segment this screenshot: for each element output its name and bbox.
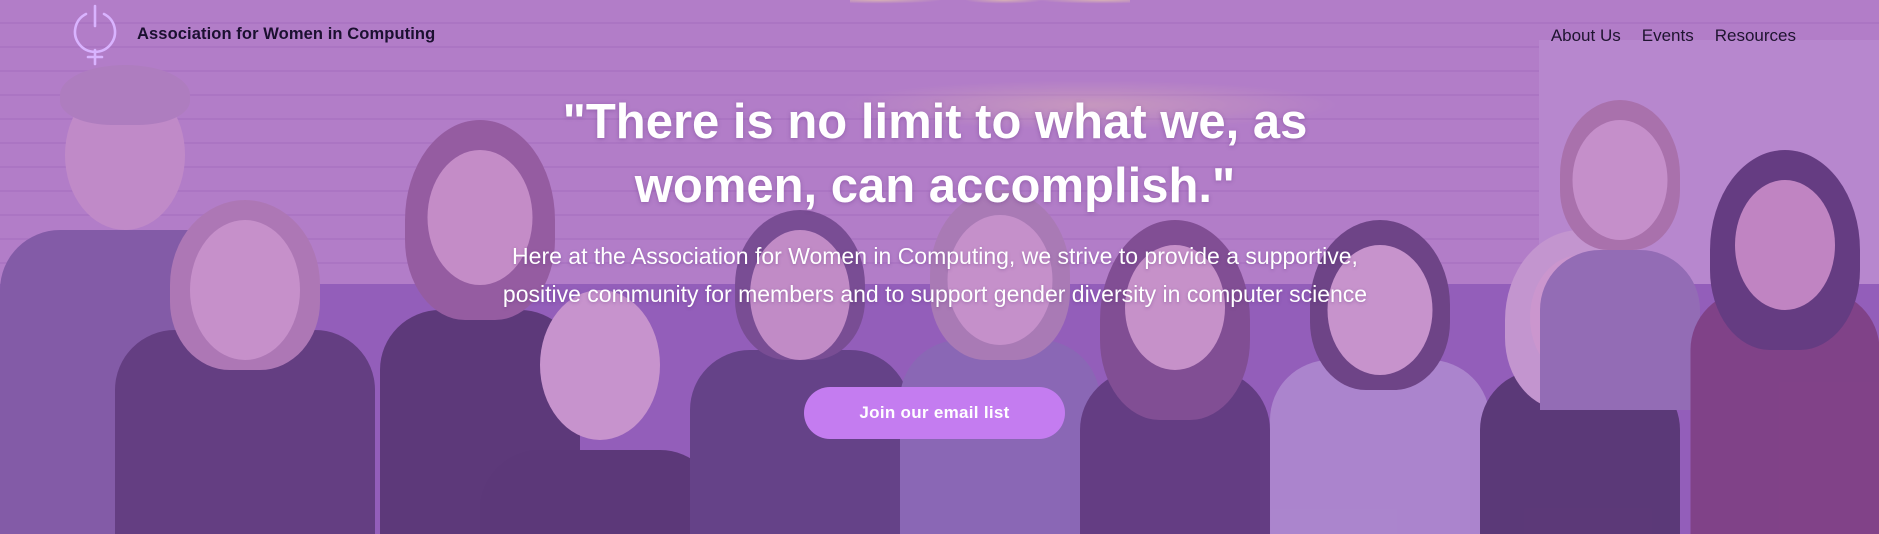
main-nav: About Us Events Resources [1551,26,1796,46]
nav-about-us[interactable]: About Us [1551,26,1621,46]
join-email-list-button[interactable]: Join our email list [804,387,1065,439]
hero-quote: "There is no limit to what we, as women,… [562,95,1308,213]
nav-events[interactable]: Events [1642,26,1694,46]
hero-section: Association for Women in Computing About… [0,0,1879,534]
site-header: Association for Women in Computing About… [0,0,1879,70]
venus-power-logo-icon[interactable] [70,4,120,66]
hero-subtext: Here at the Association for Women in Com… [502,243,1368,307]
nav-resources[interactable]: Resources [1715,26,1796,46]
site-title[interactable]: Association for Women in Computing [137,25,435,44]
